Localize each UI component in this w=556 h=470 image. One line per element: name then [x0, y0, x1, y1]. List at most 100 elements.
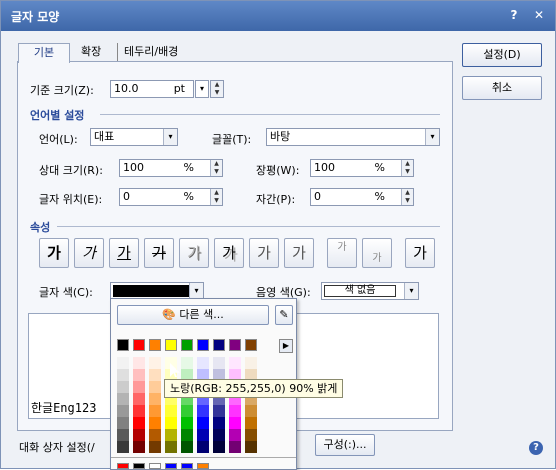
pos-input[interactable]: 0% ▲ ▼ [119, 188, 223, 206]
color-swatch[interactable] [117, 417, 129, 429]
color-swatch[interactable] [117, 405, 129, 417]
color-swatch[interactable] [213, 441, 225, 453]
color-swatch[interactable] [213, 339, 225, 351]
strikethrough-button[interactable]: 가 [144, 238, 174, 268]
spacing-spinner[interactable]: ▲ ▼ [401, 189, 413, 205]
color-swatch[interactable] [229, 417, 241, 429]
font-select[interactable]: 바탕 ▾ [266, 128, 440, 146]
eyedropper-icon[interactable]: ✎ [275, 305, 293, 325]
color-swatch[interactable] [149, 463, 161, 469]
width-spinner[interactable]: ▲ ▼ [401, 160, 413, 176]
color-swatch[interactable] [149, 369, 161, 381]
color-swatch[interactable] [197, 441, 209, 453]
color-swatch[interactable] [197, 417, 209, 429]
color-swatch[interactable] [197, 463, 209, 469]
color-swatch[interactable] [229, 441, 241, 453]
color-swatch[interactable] [133, 417, 145, 429]
base-size-spinner[interactable]: ▲ ▼ [210, 80, 224, 98]
color-swatch[interactable] [117, 441, 129, 453]
color-swatch[interactable] [197, 429, 209, 441]
color-swatch[interactable] [165, 429, 177, 441]
help-button[interactable]: ? [506, 7, 522, 23]
color-swatch[interactable] [133, 393, 145, 405]
color-swatch[interactable] [117, 339, 129, 351]
color-swatch[interactable] [245, 339, 257, 351]
subscript-button[interactable]: 가 [362, 238, 392, 268]
color-swatch[interactable] [133, 369, 145, 381]
tab-border-bg[interactable]: 테두리/배경 [117, 43, 184, 62]
color-swatch[interactable] [165, 441, 177, 453]
color-swatch[interactable] [117, 463, 129, 469]
color-swatch[interactable] [181, 357, 193, 369]
other-colors-button[interactable]: 🎨 다른 색... [117, 305, 269, 325]
color-swatch[interactable] [165, 405, 177, 417]
base-size-dropdown[interactable]: ▾ [195, 80, 209, 98]
color-swatch[interactable] [117, 429, 129, 441]
color-swatch[interactable] [181, 429, 193, 441]
color-swatch[interactable] [149, 441, 161, 453]
color-swatch[interactable] [181, 441, 193, 453]
color-swatch[interactable] [117, 357, 129, 369]
width-input[interactable]: 100% ▲ ▼ [310, 159, 414, 177]
color-swatch[interactable] [117, 369, 129, 381]
language-select[interactable]: 대표 ▾ [90, 128, 178, 146]
color-swatch[interactable] [229, 339, 241, 351]
color-swatch[interactable] [133, 463, 145, 469]
color-swatch[interactable] [117, 381, 129, 393]
color-swatch[interactable] [213, 417, 225, 429]
color-swatch[interactable] [181, 339, 193, 351]
normal-button[interactable]: 가 [405, 238, 435, 268]
base-size-input[interactable]: 10.0 pt [110, 80, 194, 98]
color-swatch[interactable] [229, 405, 241, 417]
spacing-input[interactable]: 0% ▲ ▼ [310, 188, 414, 206]
tab-extended[interactable]: 확장 [75, 43, 107, 62]
color-swatch[interactable] [213, 405, 225, 417]
emboss-button[interactable]: 가 [249, 238, 279, 268]
rel-size-input[interactable]: 100% ▲ ▼ [119, 159, 223, 177]
underline-button[interactable]: 가 [109, 238, 139, 268]
color-swatch[interactable] [133, 381, 145, 393]
help-icon[interactable]: ? [529, 441, 543, 455]
color-swatch[interactable] [133, 357, 145, 369]
color-swatch[interactable] [245, 429, 257, 441]
color-swatch[interactable] [149, 381, 161, 393]
color-swatch[interactable] [165, 417, 177, 429]
color-swatch[interactable] [149, 357, 161, 369]
shade-color-picker[interactable]: 색 없음 ▾ [321, 282, 419, 300]
tab-basic[interactable]: 기본 [18, 43, 70, 63]
color-swatch[interactable] [181, 405, 193, 417]
color-swatch[interactable] [165, 463, 177, 469]
color-swatch[interactable] [229, 429, 241, 441]
color-swatch[interactable] [229, 357, 241, 369]
shadow-button[interactable]: 가 [214, 238, 244, 268]
color-swatch[interactable] [149, 417, 161, 429]
color-swatch[interactable] [165, 339, 177, 351]
color-swatch[interactable] [133, 441, 145, 453]
engrave-button[interactable]: 가 [284, 238, 314, 268]
color-swatch[interactable] [181, 417, 193, 429]
outline-button[interactable]: 가 [179, 238, 209, 268]
color-swatch[interactable] [149, 393, 161, 405]
color-swatch[interactable] [245, 441, 257, 453]
compose-button[interactable]: 구성(:)... [315, 434, 375, 456]
color-swatch[interactable] [149, 429, 161, 441]
superscript-button[interactable]: 가 [327, 238, 357, 268]
rel-size-spinner[interactable]: ▲ ▼ [210, 160, 222, 176]
cancel-button[interactable]: 취소 [462, 76, 542, 100]
color-swatch[interactable] [197, 357, 209, 369]
chevron-right-icon[interactable]: ▶ [279, 339, 293, 353]
color-swatch[interactable] [133, 429, 145, 441]
bold-button[interactable]: 가 [39, 238, 69, 268]
color-swatch[interactable] [245, 405, 257, 417]
color-swatch[interactable] [197, 339, 209, 351]
color-swatch[interactable] [181, 463, 193, 469]
close-button[interactable]: ✕ [531, 7, 547, 23]
color-swatch[interactable] [245, 357, 257, 369]
color-swatch[interactable] [197, 405, 209, 417]
color-swatch[interactable] [133, 405, 145, 417]
color-swatch[interactable] [149, 405, 161, 417]
color-swatch[interactable] [245, 417, 257, 429]
color-swatch[interactable] [213, 357, 225, 369]
color-swatch[interactable] [149, 339, 161, 351]
color-swatch[interactable] [213, 429, 225, 441]
